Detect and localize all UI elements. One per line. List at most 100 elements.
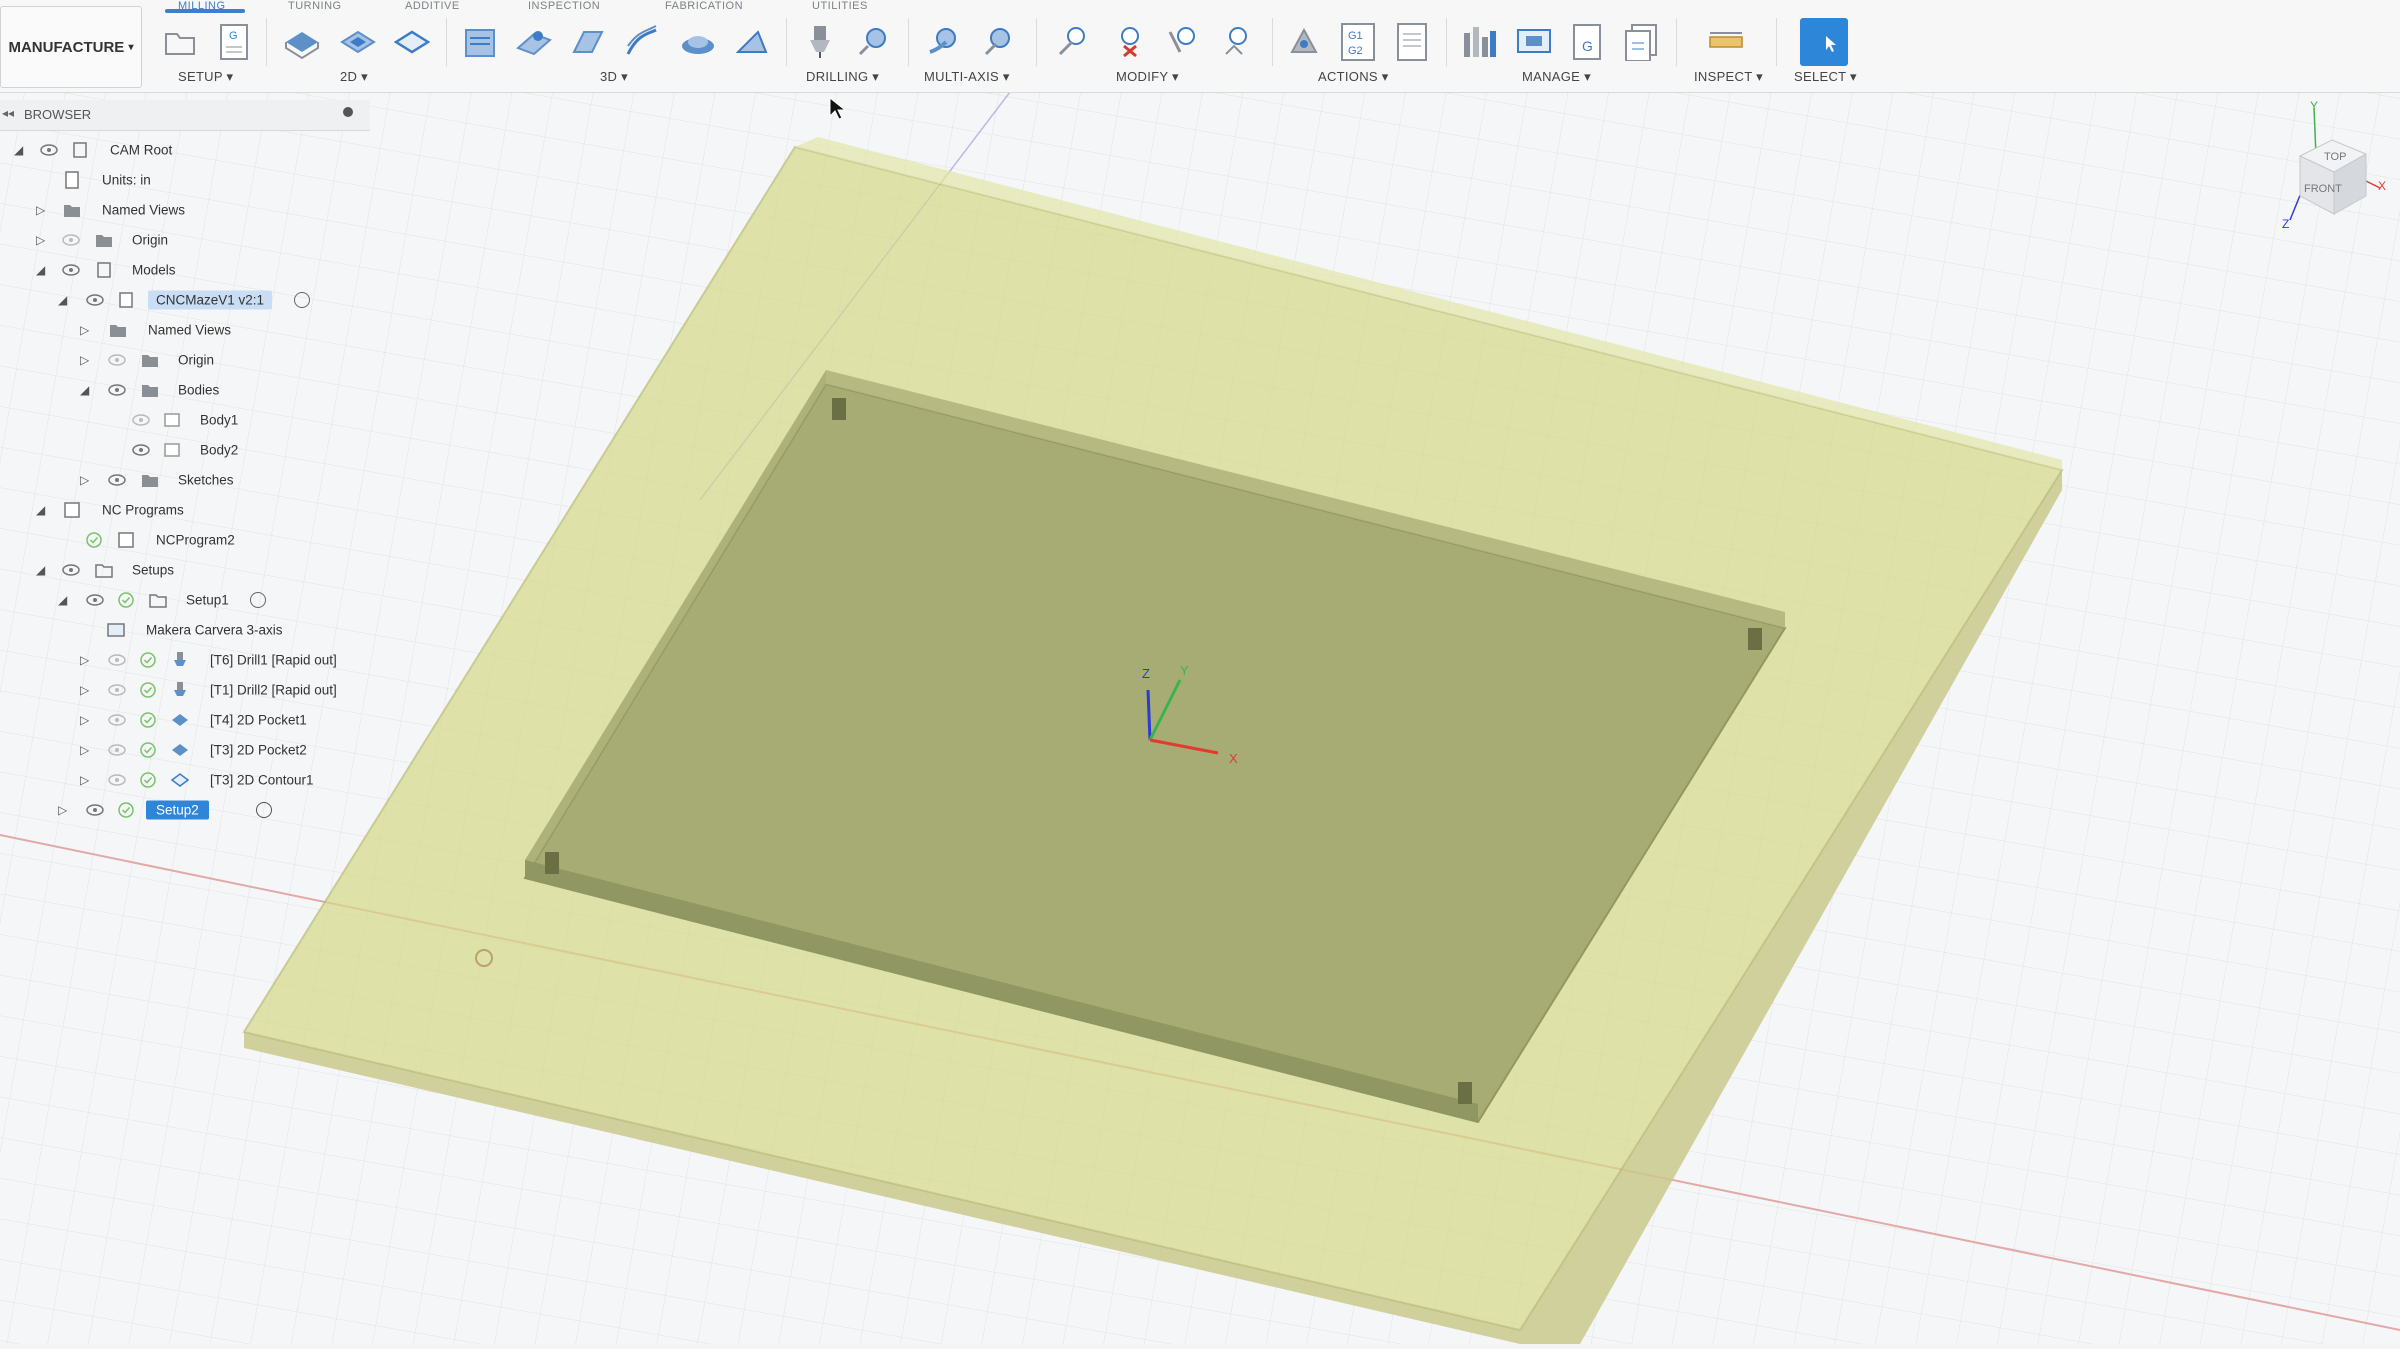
viewcube-front-label[interactable]: FRONT [2304, 183, 2342, 195]
hidden-eye-icon[interactable] [62, 234, 80, 246]
group-setup-label[interactable]: SETUP ▾ [178, 69, 233, 85]
tree-row-contour1[interactable]: ▷ [T3] 2D Contour1 [0, 766, 370, 794]
select-button[interactable] [1800, 18, 1848, 66]
setup-sheet-icon[interactable]: G [212, 20, 256, 64]
group-2d-label[interactable]: 2D ▾ [340, 69, 368, 85]
tree-row-bodies[interactable]: ◢ Bodies [0, 376, 370, 404]
expand-toggle-icon[interactable]: ▷ [80, 353, 89, 367]
expand-toggle-icon[interactable]: ▷ [80, 713, 89, 727]
collapse-toggle-icon[interactable]: ◢ [58, 293, 67, 307]
tree-row-body1[interactable]: Body1 [0, 406, 370, 434]
group-3d-label[interactable]: 3D ▾ [600, 69, 628, 85]
hidden-eye-icon[interactable] [108, 654, 126, 666]
visibility-eye-icon[interactable] [108, 384, 126, 396]
collapse-panel-icon[interactable]: ◂◂ [2, 106, 14, 120]
hole-recognition-icon[interactable] [852, 20, 896, 64]
tree-row-setup2[interactable]: ▷ Setup2 [0, 796, 370, 824]
tree-row-pocket2[interactable]: ▷ [T3] 2D Pocket2 [0, 736, 370, 764]
tree-row-pocket1[interactable]: ▷ [T4] 2D Pocket1 [0, 706, 370, 734]
delete-toolpath-icon[interactable] [1106, 20, 1150, 64]
hidden-eye-icon[interactable] [108, 684, 126, 696]
tree-row-units[interactable]: Units: in [0, 166, 370, 194]
expand-toggle-icon[interactable]: ▷ [80, 653, 89, 667]
pin-icon[interactable] [343, 107, 353, 117]
visibility-eye-icon[interactable] [86, 294, 104, 306]
viewcube-top-label[interactable]: TOP [2324, 151, 2346, 163]
machine-library-icon[interactable] [1512, 20, 1556, 64]
collapse-toggle-icon[interactable]: ◢ [80, 383, 89, 397]
activate-radio-icon[interactable] [294, 292, 310, 308]
hidden-eye-icon[interactable] [132, 414, 150, 426]
toolpath-trim-icon[interactable] [1160, 20, 1204, 64]
visibility-eye-icon[interactable] [86, 804, 104, 816]
tab-fabrication[interactable]: FABRICATION [665, 0, 743, 12]
tree-row-setups[interactable]: ◢ Setups [0, 556, 370, 584]
group-actions-label[interactable]: ACTIONS ▾ [1318, 69, 1389, 85]
tree-row-origin-2[interactable]: ▷ Origin [0, 346, 370, 374]
hidden-eye-icon[interactable] [108, 354, 126, 366]
visibility-eye-icon[interactable] [62, 264, 80, 276]
tree-row-sketches[interactable]: ▷ Sketches [0, 466, 370, 494]
tree-row-drill2[interactable]: ▷ [T1] Drill2 [Rapid out] [0, 676, 370, 704]
2d-pocket-icon[interactable] [336, 20, 380, 64]
activate-radio-icon[interactable] [250, 592, 266, 608]
tree-row-cncmaze-component[interactable]: ◢ CNCMazeV1 v2:1 [0, 286, 370, 314]
2d-contour-icon[interactable] [390, 20, 434, 64]
collapse-toggle-icon[interactable]: ◢ [36, 503, 45, 517]
2d-adaptive-icon[interactable] [280, 20, 324, 64]
workspace-switcher[interactable]: MANUFACTURE ▾ [0, 6, 142, 88]
expand-toggle-icon[interactable]: ▷ [80, 743, 89, 757]
visibility-eye-icon[interactable] [62, 564, 80, 576]
tree-row-nc-programs[interactable]: ◢ NC Programs [0, 496, 370, 524]
group-select-label[interactable]: SELECT ▾ [1794, 69, 1857, 85]
multiaxis-contour-icon[interactable] [976, 20, 1020, 64]
tab-utilities[interactable]: UTILITIES [812, 0, 868, 12]
post-library-icon[interactable]: G [1566, 20, 1610, 64]
group-multiaxis-label[interactable]: MULTI-AXIS ▾ [924, 69, 1010, 85]
3d-pocket-icon[interactable] [512, 20, 556, 64]
tab-turning[interactable]: TURNING [288, 0, 342, 12]
drill-icon[interactable] [798, 20, 842, 64]
tree-row-drill1[interactable]: ▷ [T6] Drill1 [Rapid out] [0, 646, 370, 674]
tree-row-ncprogram2[interactable]: NCProgram2 [0, 526, 370, 554]
expand-toggle-icon[interactable]: ▷ [80, 473, 89, 487]
expand-toggle-icon[interactable]: ▷ [36, 233, 45, 247]
simulate-icon[interactable] [1282, 20, 1326, 64]
tree-row-setup1[interactable]: ◢ Setup1 [0, 586, 370, 614]
collapse-toggle-icon[interactable]: ◢ [36, 263, 45, 277]
tree-row-named-views-2[interactable]: ▷ Named Views [0, 316, 370, 344]
tree-row-cam-root[interactable]: ◢ CAM Root [0, 136, 370, 164]
tool-library-icon[interactable] [1458, 20, 1502, 64]
visibility-eye-icon[interactable] [108, 474, 126, 486]
visibility-eye-icon[interactable] [40, 144, 58, 156]
hidden-eye-icon[interactable] [108, 744, 126, 756]
visibility-eye-icon[interactable] [132, 444, 150, 456]
tree-row-origin[interactable]: ▷ Origin [0, 226, 370, 254]
folder-icon[interactable] [158, 20, 202, 64]
expand-toggle-icon[interactable]: ▷ [80, 323, 89, 337]
group-drilling-label[interactable]: DRILLING ▾ [806, 69, 879, 85]
contour-3d-icon[interactable] [730, 20, 774, 64]
tree-row-body2[interactable]: Body2 [0, 436, 370, 464]
visibility-eye-icon[interactable] [86, 594, 104, 606]
3d-adaptive-icon[interactable] [458, 20, 502, 64]
group-modify-label[interactable]: MODIFY ▾ [1116, 69, 1179, 85]
expand-toggle-icon[interactable]: ▷ [58, 803, 67, 817]
tool-edit-icon[interactable] [1052, 20, 1096, 64]
group-inspect-label[interactable]: INSPECT ▾ [1694, 69, 1763, 85]
tab-additive[interactable]: ADDITIVE [405, 0, 460, 12]
tree-row-named-views[interactable]: ▷ Named Views [0, 196, 370, 224]
swarf-icon[interactable] [922, 20, 966, 64]
hidden-eye-icon[interactable] [108, 714, 126, 726]
expand-toggle-icon[interactable]: ▷ [80, 683, 89, 697]
collapse-toggle-icon[interactable]: ◢ [14, 143, 23, 157]
parallel-icon[interactable] [620, 20, 664, 64]
measure-icon[interactable] [1704, 20, 1748, 64]
expand-toggle-icon[interactable]: ▷ [80, 773, 89, 787]
activate-radio-icon[interactable] [256, 802, 272, 818]
view-cube[interactable]: TOP FRONT X Y Z [2270, 99, 2390, 240]
group-manage-label[interactable]: MANAGE ▾ [1522, 69, 1591, 85]
hidden-eye-icon[interactable] [108, 774, 126, 786]
tab-inspection[interactable]: INSPECTION [528, 0, 600, 12]
tree-row-machine[interactable]: Makera Carvera 3-axis [0, 616, 370, 644]
